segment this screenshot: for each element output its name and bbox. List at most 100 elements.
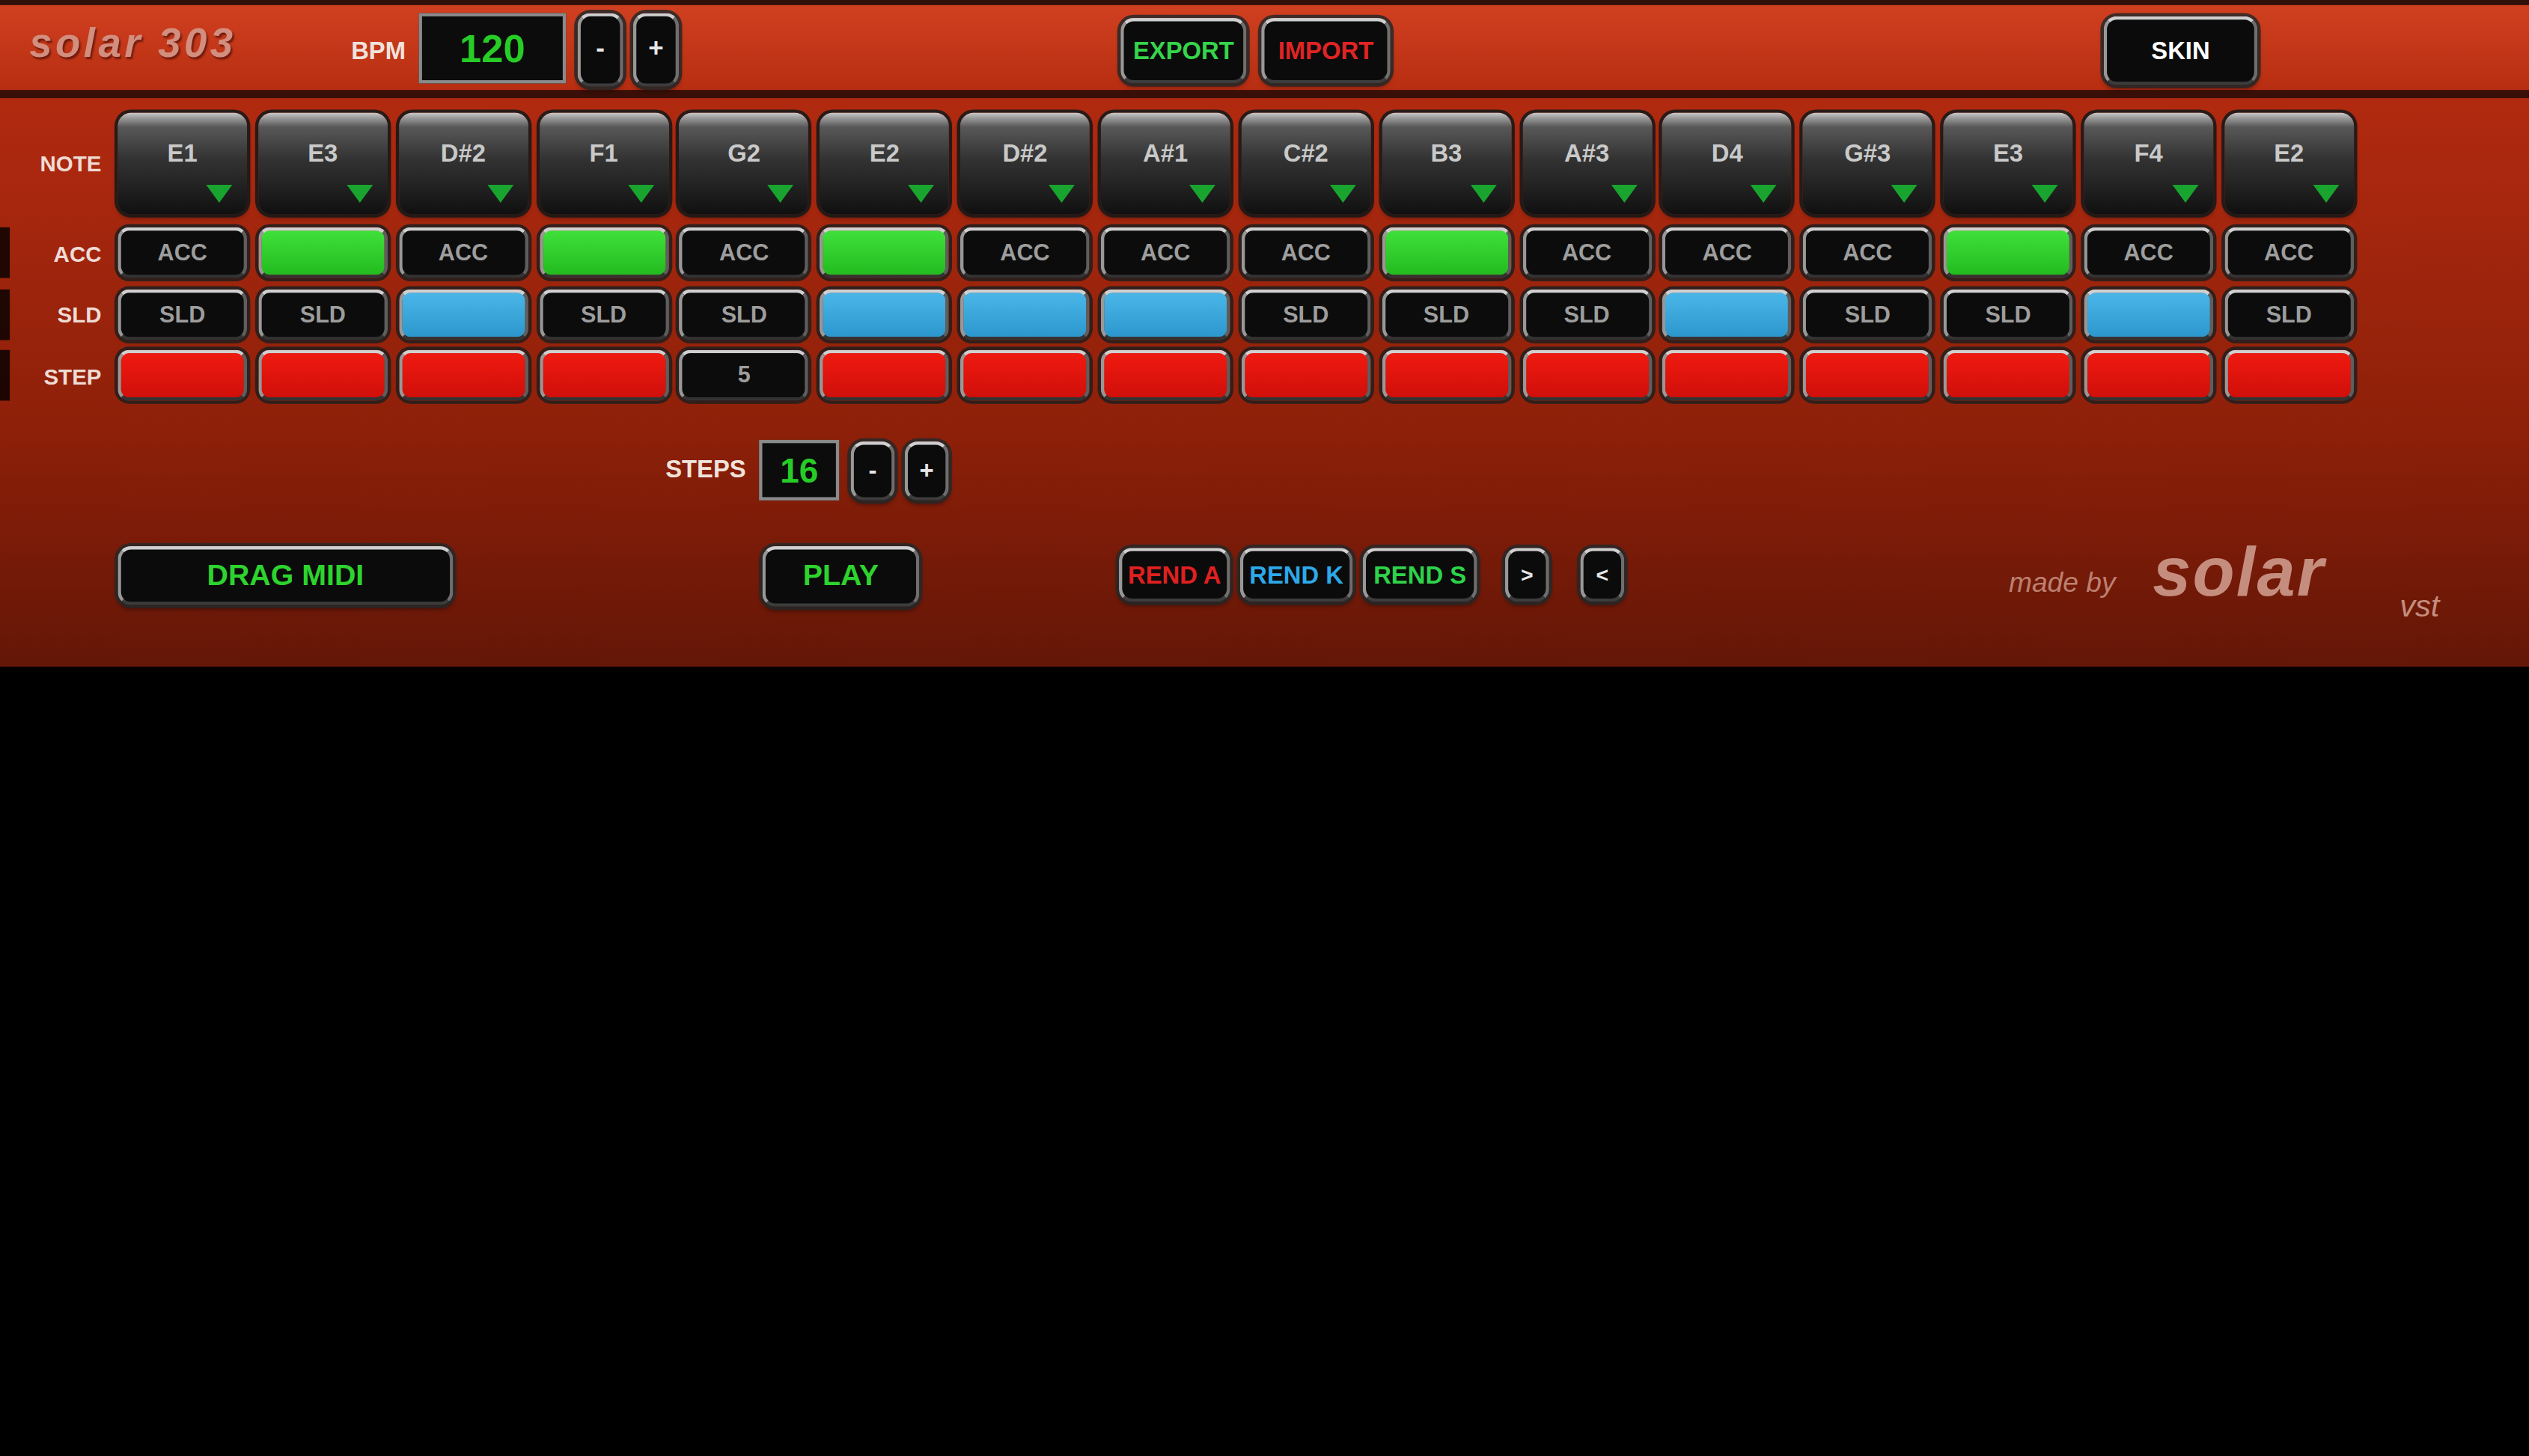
step-toggle-step-14[interactable] xyxy=(1944,350,2073,401)
note-dropdown-triangle-icon[interactable] xyxy=(487,185,513,203)
pattern-prev-button[interactable]: < xyxy=(1580,548,1624,602)
note-select-step-12[interactable]: D4 xyxy=(1662,113,1792,215)
accent-toggle-step-6[interactable] xyxy=(820,227,950,278)
accent-toggle-step-12[interactable]: ACC xyxy=(1662,227,1792,278)
note-select-step-5[interactable]: G2 xyxy=(680,113,809,215)
note-dropdown-triangle-icon[interactable] xyxy=(206,185,232,203)
accent-toggle-step-7[interactable]: ACC xyxy=(960,227,1090,278)
note-select-step-8[interactable]: A#1 xyxy=(1101,113,1230,215)
note-dropdown-triangle-icon[interactable] xyxy=(1329,185,1355,203)
slide-toggle-step-9[interactable]: SLD xyxy=(1241,289,1370,340)
note-dropdown-triangle-icon[interactable] xyxy=(1470,185,1496,203)
note-dropdown-triangle-icon[interactable] xyxy=(627,185,653,203)
accent-toggle-step-13[interactable]: ACC xyxy=(1803,227,1932,278)
step-toggle-step-4[interactable] xyxy=(539,350,668,401)
slide-toggle-step-5[interactable]: SLD xyxy=(680,289,809,340)
step-toggle-step-15[interactable] xyxy=(2084,350,2213,401)
slide-toggle-step-7[interactable] xyxy=(960,289,1090,340)
render-sequence-button[interactable]: REND S xyxy=(1363,548,1477,602)
slide-toggle-step-14[interactable]: SLD xyxy=(1944,289,2073,340)
step-toggle-step-5[interactable]: 5 xyxy=(680,350,809,401)
note-select-step-16[interactable]: E2 xyxy=(2224,113,2354,215)
slide-toggle-step-2[interactable]: SLD xyxy=(258,289,388,340)
step-toggle-step-1[interactable] xyxy=(118,350,247,401)
render-kick-button[interactable]: REND K xyxy=(1240,548,1353,602)
steps-increment-button[interactable]: + xyxy=(905,441,949,501)
sld-row-label: SLD xyxy=(10,302,101,327)
note-select-step-10[interactable]: B3 xyxy=(1382,113,1511,215)
top-bar-seam xyxy=(0,90,2529,98)
slide-toggle-step-4[interactable]: SLD xyxy=(539,289,668,340)
skin-button[interactable]: SKIN xyxy=(2104,16,2257,85)
bpm-label: BPM xyxy=(294,36,406,64)
pattern-next-button[interactable]: > xyxy=(1505,548,1549,602)
steps-decrement-button[interactable]: - xyxy=(851,441,895,501)
note-select-step-13[interactable]: G#3 xyxy=(1803,113,1932,215)
slide-toggle-step-3[interactable] xyxy=(399,289,528,340)
accent-toggle-step-1[interactable]: ACC xyxy=(118,227,247,278)
accent-toggle-step-15[interactable]: ACC xyxy=(2084,227,2213,278)
render-audio-button[interactable]: REND A xyxy=(1119,548,1230,602)
note-select-step-3[interactable]: D#2 xyxy=(399,113,528,215)
note-select-step-4[interactable]: F1 xyxy=(539,113,668,215)
step-toggle-step-7[interactable] xyxy=(960,350,1090,401)
note-select-step-2[interactable]: E3 xyxy=(258,113,388,215)
import-button[interactable]: IMPORT xyxy=(1261,18,1391,83)
slide-toggle-step-10[interactable]: SLD xyxy=(1382,289,1511,340)
step-toggle-step-6[interactable] xyxy=(820,350,950,401)
slide-toggle-step-1[interactable]: SLD xyxy=(118,289,247,340)
slide-toggle-step-13[interactable]: SLD xyxy=(1803,289,1932,340)
bpm-display[interactable]: 120 xyxy=(419,13,567,83)
note-dropdown-triangle-icon[interactable] xyxy=(768,185,794,203)
note-dropdown-triangle-icon[interactable] xyxy=(2032,185,2058,203)
accent-toggle-step-8[interactable]: ACC xyxy=(1101,227,1230,278)
step-toggle-step-8[interactable] xyxy=(1101,350,1230,401)
accent-toggle-step-2[interactable] xyxy=(258,227,388,278)
steps-display[interactable]: 16 xyxy=(759,440,839,501)
app-logo: solar 303 xyxy=(29,19,236,67)
slide-toggle-step-15[interactable] xyxy=(2084,289,2213,340)
step-toggle-step-11[interactable] xyxy=(1522,350,1652,401)
accent-toggle-step-16[interactable]: ACC xyxy=(2224,227,2354,278)
note-select-step-6[interactable]: E2 xyxy=(820,113,950,215)
bpm-decrement-button[interactable]: - xyxy=(578,13,623,86)
note-dropdown-triangle-icon[interactable] xyxy=(1751,185,1777,203)
note-dropdown-triangle-icon[interactable] xyxy=(2313,185,2339,203)
step-toggle-step-13[interactable] xyxy=(1803,350,1932,401)
step-toggle-step-12[interactable] xyxy=(1662,350,1792,401)
accent-toggle-step-5[interactable]: ACC xyxy=(680,227,809,278)
slide-toggle-step-16[interactable]: SLD xyxy=(2224,289,2354,340)
note-dropdown-triangle-icon[interactable] xyxy=(909,185,935,203)
note-select-step-15[interactable]: F4 xyxy=(2084,113,2213,215)
step-toggle-step-3[interactable] xyxy=(399,350,528,401)
note-select-step-7[interactable]: D#2 xyxy=(960,113,1090,215)
accent-toggle-step-4[interactable] xyxy=(539,227,668,278)
note-dropdown-triangle-icon[interactable] xyxy=(1891,185,1918,203)
drag-midi-button[interactable]: DRAG MIDI xyxy=(118,546,453,605)
play-button[interactable]: PLAY xyxy=(763,546,920,607)
note-select-step-11[interactable]: A#3 xyxy=(1522,113,1652,215)
slide-toggle-step-11[interactable]: SLD xyxy=(1522,289,1652,340)
note-select-step-9[interactable]: C#2 xyxy=(1241,113,1370,215)
accent-toggle-step-9[interactable]: ACC xyxy=(1241,227,1370,278)
accent-toggle-step-3[interactable]: ACC xyxy=(399,227,528,278)
note-dropdown-triangle-icon[interactable] xyxy=(2172,185,2198,203)
accent-toggle-step-11[interactable]: ACC xyxy=(1522,227,1652,278)
slide-toggle-step-8[interactable] xyxy=(1101,289,1230,340)
accent-toggle-step-14[interactable] xyxy=(1944,227,2073,278)
slide-toggle-step-6[interactable] xyxy=(820,289,950,340)
note-dropdown-triangle-icon[interactable] xyxy=(1611,185,1637,203)
step-toggle-step-10[interactable] xyxy=(1382,350,1511,401)
note-dropdown-triangle-icon[interactable] xyxy=(1189,185,1215,203)
slide-toggle-step-12[interactable] xyxy=(1662,289,1792,340)
step-toggle-step-9[interactable] xyxy=(1241,350,1370,401)
note-dropdown-triangle-icon[interactable] xyxy=(347,185,373,203)
step-toggle-step-2[interactable] xyxy=(258,350,388,401)
note-select-step-14[interactable]: E3 xyxy=(1944,113,2073,215)
accent-toggle-step-10[interactable] xyxy=(1382,227,1511,278)
note-select-step-1[interactable]: E1 xyxy=(118,113,247,215)
note-dropdown-triangle-icon[interactable] xyxy=(1049,185,1075,203)
export-button[interactable]: EXPORT xyxy=(1120,18,1246,83)
step-toggle-step-16[interactable] xyxy=(2224,350,2354,401)
bpm-increment-button[interactable]: + xyxy=(633,13,679,86)
